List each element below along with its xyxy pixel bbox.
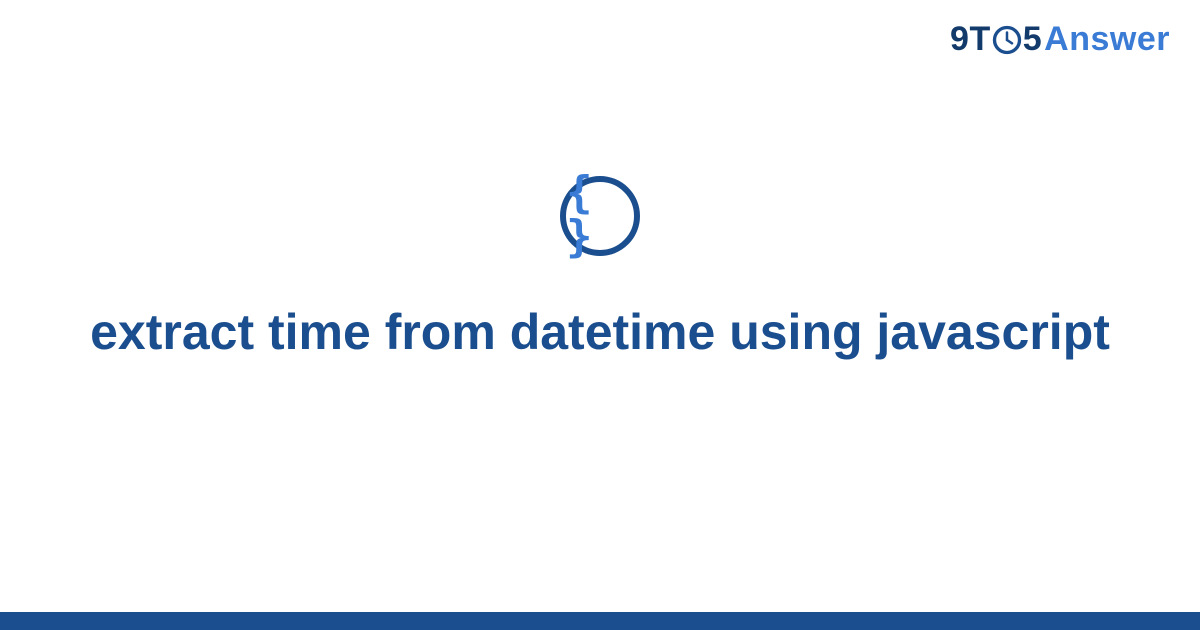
category-icon: { } bbox=[560, 176, 640, 256]
page-title: extract time from datetime using javascr… bbox=[90, 301, 1110, 364]
main-content: { } extract time from datetime using jav… bbox=[0, 0, 1200, 630]
braces-icon: { } bbox=[566, 171, 634, 259]
bottom-bar bbox=[0, 612, 1200, 630]
